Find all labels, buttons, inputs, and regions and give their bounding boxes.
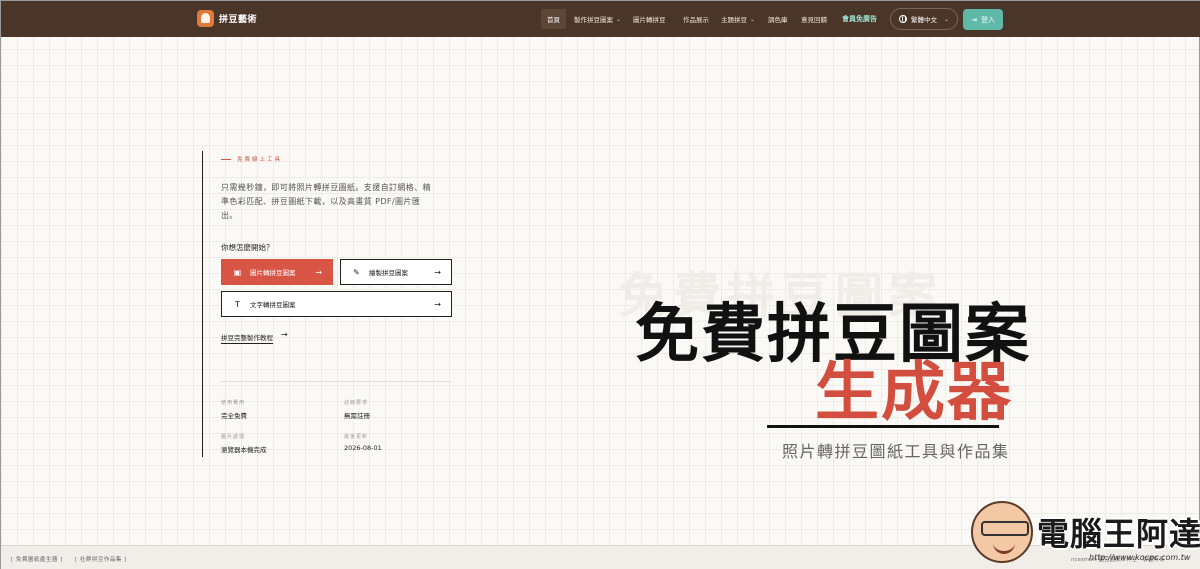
kicker-dash <box>221 158 231 160</box>
text-to-pattern-button[interactable]: T 文字轉拼豆圖案 → <box>221 291 452 317</box>
nav-gallery[interactable]: 作品展示 <box>683 9 709 29</box>
logo-text: 拼豆藝術 <box>219 15 258 25</box>
nav-make-pattern[interactable]: 製作拼豆圖案 ⌄ <box>574 9 621 29</box>
tutorial-link[interactable]: 拼豆完整製作教程 <box>221 332 273 344</box>
draw-pattern-label: 繪製拼豆圖案 <box>369 269 408 277</box>
arrow-right-icon: → <box>434 299 441 309</box>
nav-vip[interactable]: 會員免廣告 <box>842 9 877 29</box>
nav-feedback[interactable]: 意見回饋 <box>801 9 827 29</box>
hero-description: 只需幾秒鐘，即可將照片轉拼豆圖紙。支援自訂網格、精準色彩匹配、拼豆圖紙下載，以及… <box>221 183 431 220</box>
stat-label: 最後更新 <box>344 434 369 440</box>
text-to-pattern-label: 文字轉拼豆圖案 <box>250 301 296 309</box>
watermark-text: 電腦王阿達 <box>1037 515 1200 553</box>
nav-home-label: 首頁 <box>547 16 560 24</box>
hero-title-line2: 生成器 <box>815 356 1013 430</box>
stat-value: 瀏覽器本機完成 <box>221 446 267 454</box>
globe-icon <box>898 15 907 23</box>
nav-photo-to-pattern[interactable]: 圖片轉拼豆 <box>633 9 666 29</box>
hero-kicker: 免費線上工具 <box>221 155 282 163</box>
language-selector[interactable]: 繁體中文 ⌄ <box>890 8 958 30</box>
photo-to-pattern-button[interactable]: ▣ 圖片轉拼豆圖案 → <box>221 259 333 285</box>
footer-link-gallery[interactable]: [ 社群拼豆作品集 ] <box>75 555 127 563</box>
divider <box>221 381 451 382</box>
stat-label: 使用費用 <box>221 400 246 406</box>
chevron-down-icon: ⌄ <box>943 15 950 23</box>
hero-subtitle: 照片轉拼豆圖紙工具與作品集 <box>782 442 1010 461</box>
chevron-down-icon: ⌄ <box>616 15 622 23</box>
text-icon: T <box>235 299 240 309</box>
stat-value: 完全免費 <box>221 412 247 420</box>
footer-link-generator[interactable]: [ 免費圖紙產生器 ] <box>11 555 63 563</box>
login-icon: ⇥ <box>971 15 977 24</box>
logo-icon <box>197 10 214 27</box>
login-label: 登入 <box>980 15 995 24</box>
watermark: 電腦王阿達 http://www.kocpc.com.tw <box>971 501 1200 569</box>
nav-gallery-label: 作品展示 <box>683 16 709 24</box>
pencil-icon: ✎ <box>353 267 360 277</box>
nav-palette[interactable]: 調色庫 <box>768 9 788 29</box>
start-question: 你想怎麼開始？ <box>221 243 274 252</box>
chevron-down-icon: ⌄ <box>750 15 756 23</box>
stat-value: 無需註冊 <box>344 412 370 420</box>
arrow-right-icon: → <box>434 267 441 277</box>
hero-left-panel: 免費線上工具 只需幾秒鐘，即可將照片轉拼豆圖紙。支援自訂網格、精準色彩匹配、拼豆… <box>202 151 452 457</box>
language-label: 繁體中文 <box>910 16 937 24</box>
top-navbar: 拼豆藝術 首頁 製作拼豆圖案 ⌄ 圖片轉拼豆 作品展示 主題拼豆 ⌄ 調色庫 意見回… <box>1 1 1200 37</box>
arrow-right-icon: → <box>281 330 288 339</box>
nav-make-pattern-label: 製作拼豆圖案 <box>574 16 613 24</box>
kicker-text: 免費線上工具 <box>237 157 283 163</box>
nav-themes-label: 主題拼豆 <box>721 16 747 24</box>
stat-label: 註冊要求 <box>344 400 369 406</box>
image-icon: ▣ <box>233 267 242 277</box>
stat-label: 圖片處理 <box>221 434 246 440</box>
title-underline <box>767 425 999 428</box>
draw-pattern-button[interactable]: ✎ 繪製拼豆圖案 → <box>340 259 452 285</box>
nav-themes[interactable]: 主題拼豆 ⌄ <box>721 9 755 29</box>
arrow-right-icon: → <box>315 267 322 277</box>
nav-feedback-label: 意見回饋 <box>801 16 827 24</box>
watermark-url: http://www.kocpc.com.tw <box>1089 553 1191 562</box>
photo-to-pattern-label: 圖片轉拼豆圖案 <box>250 269 296 277</box>
login-button[interactable]: ⇥ 登入 <box>963 9 1003 30</box>
mascot-face-icon <box>971 501 1033 563</box>
nav-home[interactable]: 首頁 <box>541 9 566 29</box>
stat-value: 2026-08-01 <box>344 444 382 452</box>
site-logo[interactable]: 拼豆藝術 <box>197 10 257 27</box>
nav-vip-label: 會員免廣告 <box>842 15 877 23</box>
page-canvas: 拼豆藝術 首頁 製作拼豆圖案 ⌄ 圖片轉拼豆 作品展示 主題拼豆 ⌄ 調色庫 意見回… <box>0 0 1200 569</box>
nav-photo-label: 圖片轉拼豆 <box>633 16 666 24</box>
nav-palette-label: 調色庫 <box>768 16 788 24</box>
